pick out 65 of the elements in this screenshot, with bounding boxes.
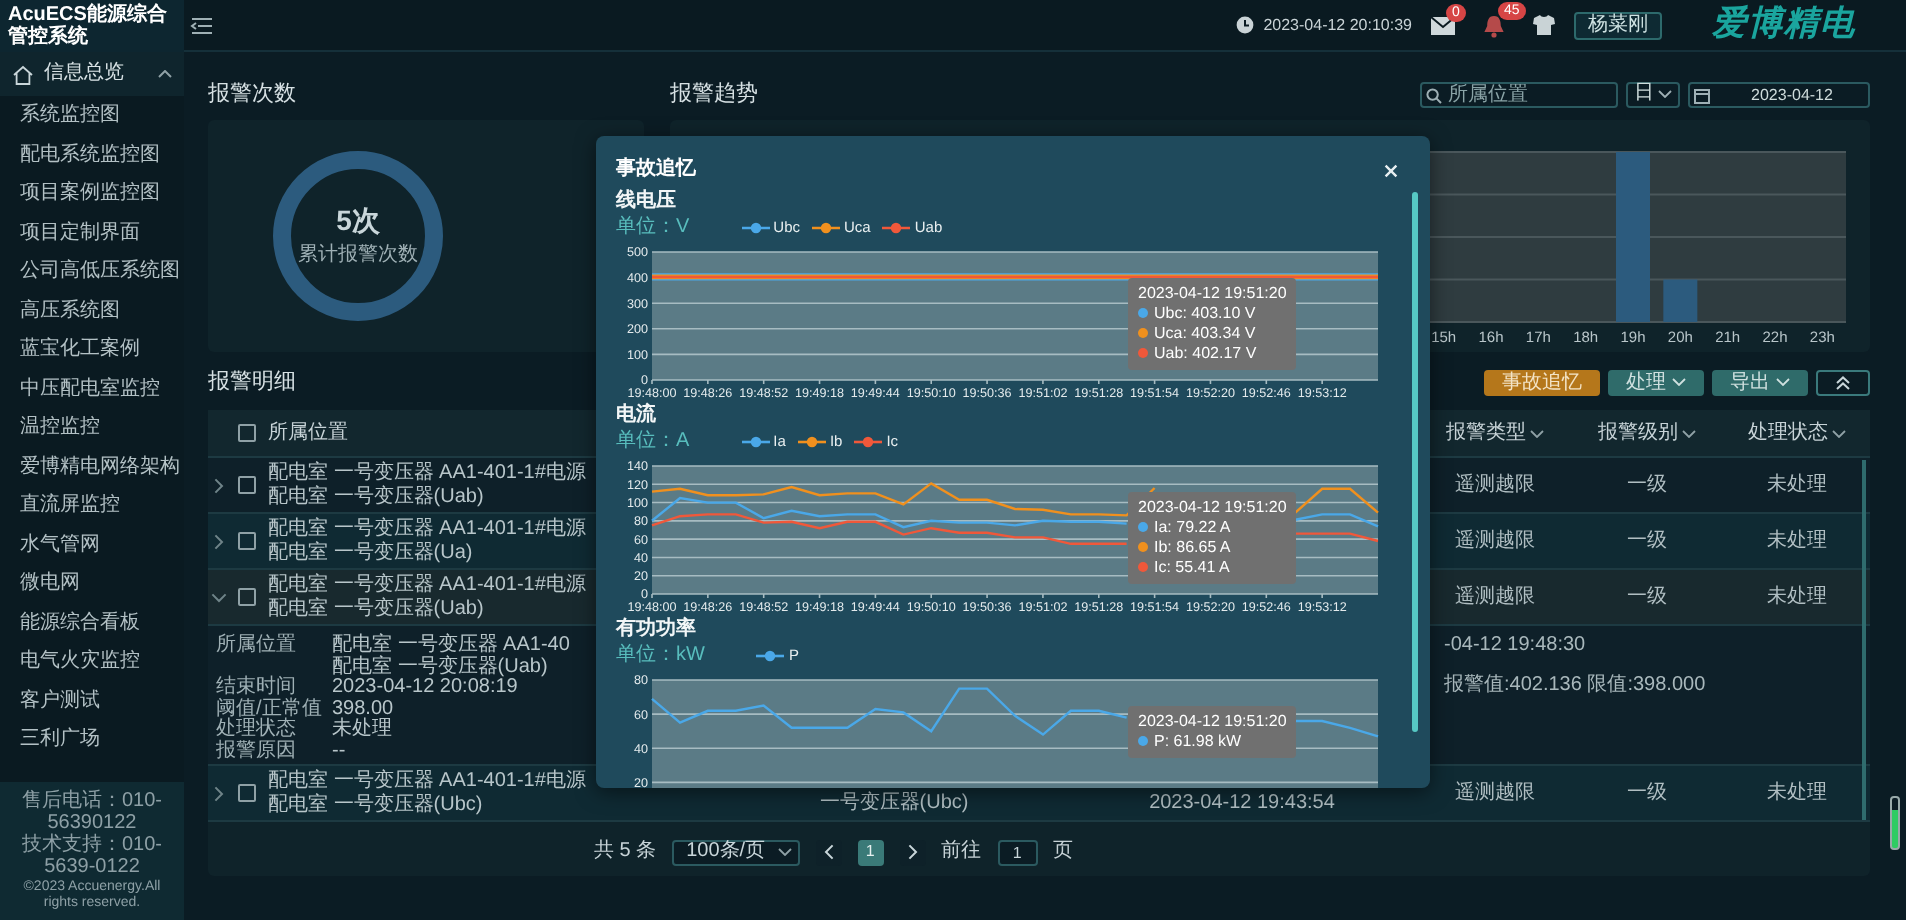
goto-suffix: 页	[1053, 840, 1074, 864]
table-cell-text: 一级	[1625, 781, 1669, 805]
detail-label: 报警原因	[216, 741, 298, 762]
location-text: 配电室 一号变压器(Uab)	[268, 597, 484, 621]
detail-value: 配电室 一号变压器(Uab)	[332, 657, 548, 678]
table-cell-text: 遥测越限	[1453, 529, 1537, 553]
detail-value: 未处理	[332, 720, 392, 741]
table-cell-text: 未处理	[1765, 473, 1829, 497]
detail-label: 阈值/正常值	[216, 699, 324, 719]
datetime-text: 2023-04-12 20:10:39	[1263, 15, 1412, 35]
tooltip-time: 2023-04-12 19:51:20	[1138, 712, 1287, 732]
table-cell-text: 一级	[1625, 585, 1669, 609]
tooltip-value: Ic: 55.41 A	[1154, 558, 1230, 576]
location-text: 配电室 一号变压器(Ua)	[268, 541, 473, 565]
detail-value: -04-12 19:48:30	[1444, 636, 1586, 657]
tooltip-value: Ia: 79.22 A	[1154, 518, 1231, 536]
section-title: 报警明细	[208, 368, 296, 396]
detail-value: 配电室 一号变压器 AA1-40	[332, 636, 570, 656]
tooltip-value: Uca: 403.34 V	[1154, 324, 1256, 342]
table-cell-text: 遥测越限	[1453, 473, 1537, 497]
location-text: 配电室 一号变压器(Ubc)	[268, 793, 483, 817]
location-text: 配电室 一号变压器(Uab)	[268, 485, 484, 509]
unit-label: 单位：kW	[616, 643, 705, 667]
table-cell-text: 遥测越限	[1453, 585, 1537, 609]
detail-value: 报警值:402.136 限值:398.000	[1444, 675, 1706, 696]
detail-value: 398.00	[332, 699, 394, 719]
count-value: 5次	[336, 204, 380, 238]
detail-label: 所属位置	[216, 636, 298, 660]
tooltip-value: P: 61.98 kW	[1154, 732, 1242, 750]
tooltip-value: Ib: 86.65 A	[1154, 538, 1231, 556]
section-title: 报警趋势	[670, 80, 758, 108]
location-text: 配电室 一号变压器 AA1-401-1#电源	[268, 461, 586, 485]
total-count: 共 5 条	[594, 840, 657, 864]
table-cell-text: 2023-04-12 19:43:54	[1147, 792, 1337, 818]
unit-label: 单位：A	[616, 429, 690, 453]
chart-title: 电流	[616, 402, 658, 428]
tooltip-time: 2023-04-12 19:51:20	[1138, 498, 1287, 518]
count-caption: 累计报警次数	[298, 243, 418, 268]
table-cell-text: 一级	[1625, 529, 1669, 553]
location-text: 配电室 一号变压器 AA1-401-1#电源	[268, 517, 586, 541]
detail-value: 2023-04-12 20:08:19	[332, 678, 518, 699]
dialog-title: 事故追忆	[616, 158, 696, 182]
table-cell-text: 一号变压器(Ubc)	[817, 792, 971, 818]
location-text: 配电室 一号变压器 AA1-401-1#电源	[268, 769, 586, 793]
app-title: AcuECS能源综合管控系统	[0, 0, 184, 52]
detail-value: --	[332, 741, 346, 762]
table-cell-text: 一级	[1625, 473, 1669, 497]
table-cell-text: 未处理	[1765, 585, 1829, 609]
logo-text: 爱博精电	[1712, 4, 1856, 46]
footer-text: 技术支持：010-5639-0122	[19, 834, 164, 878]
footer-text: 售后电话：010-56390122	[19, 790, 164, 834]
tooltip-value: Uab: 402.17 V	[1154, 344, 1257, 362]
table-cell-text: 未处理	[1765, 529, 1829, 553]
detail-label: 处理状态	[216, 720, 298, 740]
goto-label: 前往	[941, 840, 982, 864]
tooltip-time: 2023-04-12 19:51:20	[1138, 284, 1287, 304]
unit-label: 单位：V	[616, 215, 690, 239]
table-cell-text: 未处理	[1765, 781, 1829, 805]
chart-title: 线电压	[616, 188, 678, 214]
chart-title: 有功功率	[616, 616, 698, 642]
section-title: 报警次数	[208, 80, 298, 108]
detail-label: 结束时间	[216, 678, 296, 698]
table-cell-text: 遥测越限	[1453, 781, 1537, 805]
tooltip-value: Ubc: 403.10 V	[1154, 304, 1256, 322]
location-text: 配电室 一号变压器 AA1-401-1#电源	[268, 573, 586, 597]
